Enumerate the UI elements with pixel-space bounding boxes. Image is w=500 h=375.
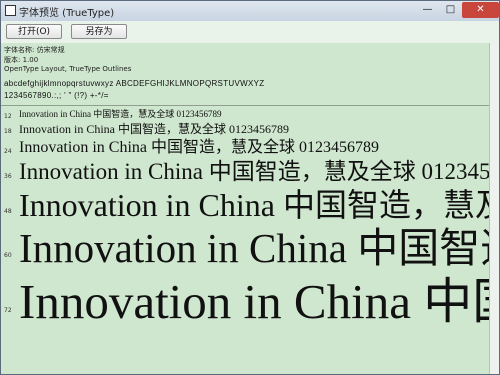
sample-text: Innovation in China 中国 (19, 274, 489, 329)
sample-text: Innovation in China 中国智造，慧及全球 0123456789 (19, 159, 489, 184)
font-name: 字体名称: 仿宋常规 (4, 46, 65, 54)
sample-text: Innovation in China 中国智造，慧及全球 0123456789 (19, 109, 222, 119)
font-app-icon (5, 5, 16, 16)
sample-text: Innovation in China 中国智造，慧及全球 (19, 187, 489, 223)
font-type: OpenType Layout, TrueType Outlines (4, 65, 132, 73)
size-label: 60 (4, 252, 12, 259)
sample-text: Innovation in China 中国智造，慧及全球 0123456789 (19, 139, 379, 156)
maximize-button[interactable]: □ (439, 2, 462, 18)
sample-text: Innovation in China 中国智造 (19, 225, 489, 271)
charset-digits: 1234567890.:,; ' " (!?) +-*/= (4, 91, 109, 100)
open-button[interactable]: 打开(O) (6, 24, 62, 39)
font-viewer-window: 字体预览 (TrueType) — □ ✕ 打开(O) 另存为 字体名称: 仿宋… (0, 0, 500, 375)
close-button[interactable]: ✕ (462, 2, 499, 18)
title-bar[interactable]: 字体预览 (TrueType) — □ ✕ (1, 1, 499, 22)
size-label: 36 (4, 173, 12, 180)
minimize-button[interactable]: — (416, 2, 439, 18)
vertical-scrollbar[interactable] (489, 43, 499, 374)
font-preview-area: 字体名称: 仿宋常规 版本: 1.00 OpenType Layout, Tru… (1, 43, 489, 374)
font-version: 版本: 1.00 (4, 56, 39, 64)
charset-letters: abcdefghijklmnopqrstuvwxyz ABCDEFGHIJKLM… (4, 79, 265, 88)
sample-text: Innovation in China 中国智造，慧及全球 0123456789 (19, 122, 289, 136)
size-label: 72 (4, 307, 12, 314)
size-label: 18 (4, 128, 12, 135)
size-label: 48 (4, 208, 12, 215)
save-as-button[interactable]: 另存为 (71, 24, 127, 39)
window-title: 字体预览 (TrueType) (19, 8, 115, 19)
toolbar: 打开(O) 另存为 (1, 21, 499, 44)
size-label: 24 (4, 148, 12, 155)
divider (1, 105, 489, 106)
size-label: 12 (4, 113, 12, 120)
